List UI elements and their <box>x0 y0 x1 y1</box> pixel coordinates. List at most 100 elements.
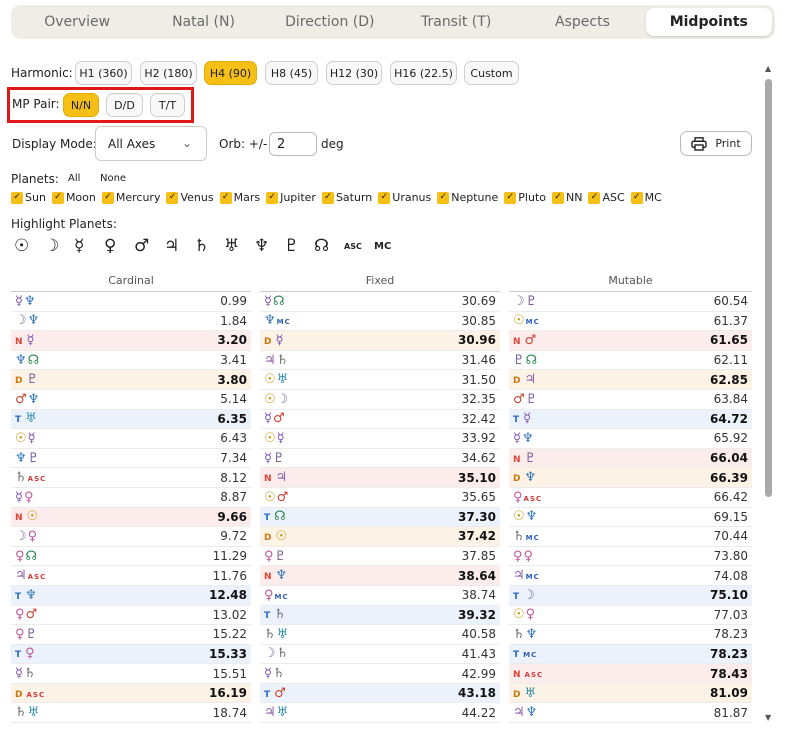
highlight-neptune-icon[interactable]: ♆ <box>254 236 284 256</box>
planet-filter-venus[interactable]: ✓ Venus <box>166 191 214 204</box>
midpoint-row[interactable]: N ♇ 66.04 <box>509 448 752 469</box>
midpoint-row[interactable]: ☉♂ 35.65 <box>260 488 500 508</box>
harmonic-h1-button[interactable]: H1 (360) <box>75 61 132 85</box>
mp-pair-dd-button[interactable]: D/D <box>106 93 143 117</box>
midpoint-row[interactable]: T ♀ 15.33 <box>11 644 251 665</box>
midpoint-row[interactable]: ♃♄ 31.46 <box>260 351 500 371</box>
midpoint-row[interactable]: ♀ASC 66.42 <box>509 488 752 508</box>
midpoint-row[interactable]: D ♃ 62.85 <box>509 370 752 390</box>
harmonic-h4-button[interactable]: H4 (90) <box>204 61 257 85</box>
tab-natal[interactable]: Natal (N) <box>140 8 266 36</box>
midpoint-row[interactable]: T ☊ 37.30 <box>260 507 500 528</box>
midpoint-row[interactable]: T ♅ 6.35 <box>11 409 251 430</box>
midpoint-row[interactable]: ♄♅ 18.74 <box>11 703 251 724</box>
midpoint-row[interactable]: T ☿ 64.72 <box>509 409 752 430</box>
checkbox-checked-icon[interactable]: ✓ <box>437 191 450 204</box>
planet-filter-saturn[interactable]: ✓ Saturn <box>321 191 372 204</box>
midpoint-row[interactable]: ♃♆ 81.87 <box>509 703 752 724</box>
scrollbar-thumb[interactable] <box>765 79 772 497</box>
checkbox-checked-icon[interactable]: ✓ <box>588 191 601 204</box>
scrollbar[interactable]: ▲ ▼ <box>762 62 776 726</box>
highlight-asc-icon[interactable]: ASC <box>344 242 374 251</box>
midpoint-row[interactable]: N ASC 78.43 <box>509 664 752 684</box>
planet-filter-mc[interactable]: ✓ MC <box>630 191 662 204</box>
highlight-mc-icon[interactable]: MC <box>374 241 404 252</box>
planet-filter-uranus[interactable]: ✓ Uranus <box>378 191 431 204</box>
midpoint-row[interactable]: ☉♆ 69.15 <box>509 508 752 528</box>
midpoint-row[interactable]: D ♆ 66.39 <box>509 468 752 488</box>
midpoint-row[interactable]: ☉♅ 31.50 <box>260 370 500 390</box>
midpoint-row[interactable]: ♆MC 30.85 <box>260 312 500 332</box>
planet-filter-nn[interactable]: ✓ NN <box>552 191 582 204</box>
midpoint-row[interactable]: ♆☊ 3.41 <box>11 351 251 371</box>
display-mode-select[interactable]: All Axes ⌄ <box>95 126 207 161</box>
highlight-moon-icon[interactable]: ☽ <box>44 236 74 256</box>
orb-input[interactable]: 2 <box>269 132 317 156</box>
checkbox-checked-icon[interactable]: ✓ <box>378 191 391 204</box>
checkbox-checked-icon[interactable]: ✓ <box>11 191 23 204</box>
midpoint-row[interactable]: ☽♄ 41.43 <box>260 645 500 665</box>
tab-overview[interactable]: Overview <box>14 8 140 36</box>
midpoint-row[interactable]: ☽♀ 9.72 <box>11 527 251 547</box>
checkbox-checked-icon[interactable]: ✓ <box>166 191 179 204</box>
midpoint-row[interactable]: ☿♄ 42.99 <box>260 664 500 684</box>
midpoint-row[interactable]: N ♃ 35.10 <box>260 468 500 488</box>
midpoint-row[interactable]: T ♂ 43.18 <box>260 683 500 704</box>
scroll-up-icon[interactable]: ▲ <box>765 64 771 73</box>
highlight-jupiter-icon[interactable]: ♃ <box>164 236 194 256</box>
midpoint-row[interactable]: T ☽ 75.10 <box>509 585 752 606</box>
midpoint-row[interactable]: ♇☊ 62.11 <box>509 351 752 371</box>
midpoint-row[interactable]: N ♂ 61.65 <box>509 331 752 351</box>
midpoint-row[interactable]: ☉☿ 33.92 <box>260 429 500 449</box>
highlight-north-node-icon[interactable]: ☊ <box>314 236 344 256</box>
planet-filter-jupiter[interactable]: ✓ Jupiter <box>266 191 316 204</box>
midpoint-row[interactable]: D ☿ 30.96 <box>260 331 500 351</box>
tab-direction[interactable]: Direction (D) <box>267 8 393 36</box>
tab-midpoints[interactable]: Midpoints <box>645 8 772 36</box>
midpoint-row[interactable]: ♀☊ 11.29 <box>11 547 251 567</box>
mp-pair-tt-button[interactable]: T/T <box>150 93 185 117</box>
highlight-venus-icon[interactable]: ♀ <box>104 236 134 256</box>
harmonic-h12-button[interactable]: H12 (30) <box>326 61 382 85</box>
midpoint-row[interactable]: ♃ASC 11.76 <box>11 566 251 586</box>
midpoint-row[interactable]: ♃♅ 44.22 <box>260 703 500 724</box>
midpoint-row[interactable]: D ♇ 3.80 <box>11 370 251 390</box>
planet-filter-mercury[interactable]: ✓ Mercury <box>101 191 160 204</box>
highlight-sun-icon[interactable]: ☉ <box>14 236 44 256</box>
mp-pair-nn-button[interactable]: N/N <box>63 93 99 117</box>
planets-all-button[interactable]: All <box>68 173 80 184</box>
midpoint-row[interactable]: ♄ASC 8.12 <box>11 468 251 488</box>
midpoint-row[interactable]: T ♄ 39.32 <box>260 605 500 626</box>
highlight-saturn-icon[interactable]: ♄ <box>194 236 224 256</box>
midpoint-row[interactable]: ☿☊ 30.69 <box>260 292 500 312</box>
midpoint-row[interactable]: ☽♆ 1.84 <box>11 312 251 332</box>
checkbox-checked-icon[interactable]: ✓ <box>552 191 564 204</box>
midpoint-row[interactable]: ♀♂ 13.02 <box>11 606 251 626</box>
midpoint-row[interactable]: ♀♇ 15.22 <box>11 625 251 645</box>
planets-none-button[interactable]: None <box>100 173 126 184</box>
midpoint-row[interactable]: ☉♀ 77.03 <box>509 606 752 626</box>
midpoint-row[interactable]: N ☿ 3.20 <box>11 331 251 351</box>
midpoint-row[interactable]: ♄♆ 78.23 <box>509 625 752 645</box>
midpoint-row[interactable]: ♂♇ 63.84 <box>509 390 752 410</box>
planet-filter-asc[interactable]: ✓ ASC <box>588 191 625 204</box>
highlight-uranus-icon[interactable]: ♅ <box>224 236 254 256</box>
tab-transit[interactable]: Transit (T) <box>393 8 519 36</box>
midpoint-row[interactable]: D ♅ 81.09 <box>509 683 752 704</box>
midpoint-row[interactable]: T MC 78.23 <box>509 644 752 665</box>
midpoint-row[interactable]: ☉☽ 32.35 <box>260 390 500 410</box>
midpoint-row[interactable]: ☿♀ 8.87 <box>11 488 251 508</box>
harmonic-h8-button[interactable]: H8 (45) <box>265 61 318 85</box>
checkbox-checked-icon[interactable]: ✓ <box>630 191 643 204</box>
midpoint-row[interactable]: ♂♆ 5.14 <box>11 390 251 410</box>
tab-aspects[interactable]: Aspects <box>519 8 645 36</box>
planet-filter-sun[interactable]: ✓ Sun <box>11 191 46 204</box>
midpoint-row[interactable]: ☽♇ 60.54 <box>509 292 752 312</box>
midpoint-row[interactable]: ♄♅ 40.58 <box>260 625 500 645</box>
planet-filter-pluto[interactable]: ✓ Pluto <box>504 191 546 204</box>
midpoint-row[interactable]: ♀♇ 37.85 <box>260 547 500 567</box>
checkbox-checked-icon[interactable]: ✓ <box>266 191 279 204</box>
highlight-pluto-icon[interactable]: ♇ <box>284 236 314 256</box>
scroll-down-icon[interactable]: ▼ <box>765 713 771 722</box>
midpoint-row[interactable]: ♆♇ 7.34 <box>11 449 251 469</box>
